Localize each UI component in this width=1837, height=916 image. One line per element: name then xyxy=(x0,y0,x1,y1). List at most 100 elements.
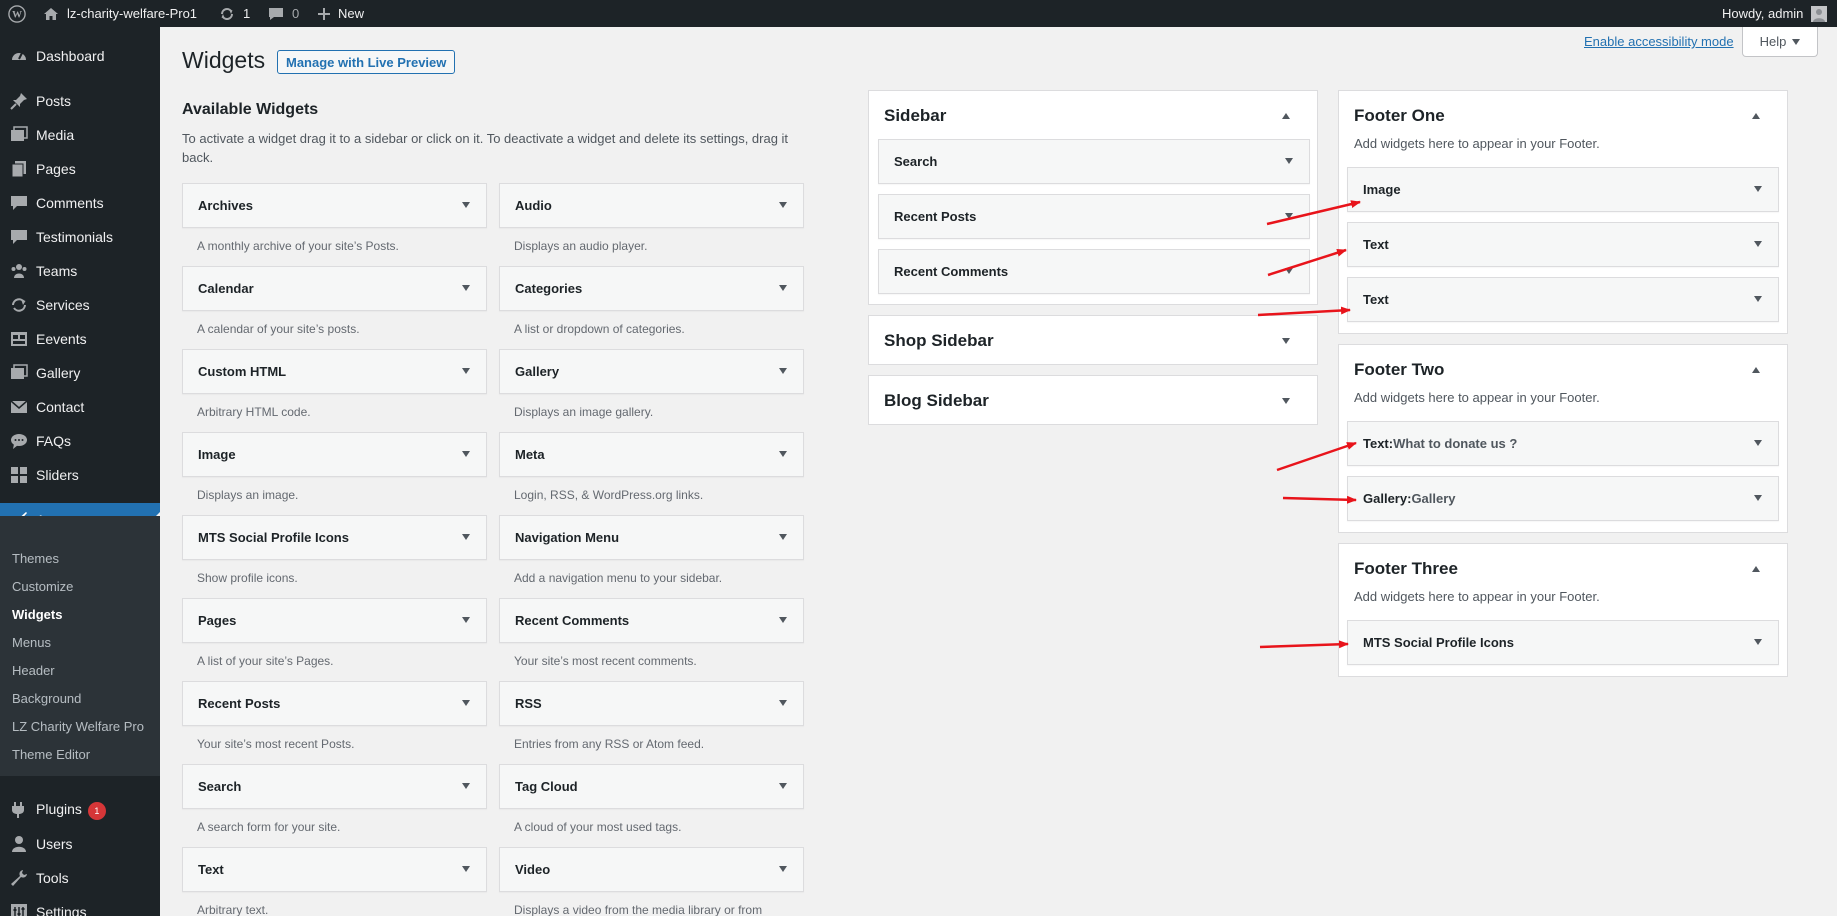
updates-link[interactable]: 1 xyxy=(219,0,250,27)
submenu-lz-charity-welfare-pro[interactable]: LZ Charity Welfare Pro xyxy=(12,719,144,734)
widget-archives[interactable]: Archives xyxy=(182,183,487,228)
menu-item-media[interactable]: Media xyxy=(0,118,160,152)
widget-toggle-icon[interactable] xyxy=(462,783,470,789)
submenu-widgets[interactable]: Widgets xyxy=(12,607,62,622)
widget-audio[interactable]: Audio xyxy=(499,183,804,228)
widget-rss[interactable]: RSS xyxy=(499,681,804,726)
collapse-arrow-icon[interactable] xyxy=(1282,113,1290,119)
widget-recent-posts[interactable]: Recent Posts xyxy=(182,681,487,726)
menu-item-contact[interactable]: Contact xyxy=(0,390,160,424)
footer-three-widget-mts-social-profile-icons[interactable]: MTS Social Profile Icons xyxy=(1347,620,1779,665)
widget-toggle-icon[interactable] xyxy=(779,202,787,208)
submenu-background[interactable]: Background xyxy=(12,691,81,706)
widget-toggle-icon[interactable] xyxy=(779,451,787,457)
widget-tag-cloud[interactable]: Tag Cloud xyxy=(499,764,804,809)
footer-two-widget-text[interactable]: Text: What to donate us ? xyxy=(1347,421,1779,466)
widget-toggle-icon[interactable] xyxy=(462,700,470,706)
widget-toggle-icon[interactable] xyxy=(1754,296,1762,302)
area-title[interactable]: Footer Two xyxy=(1354,360,1444,380)
widget-toggle-icon[interactable] xyxy=(779,783,787,789)
footer-two-widget-gallery[interactable]: Gallery: Gallery xyxy=(1347,476,1779,521)
new-content-link[interactable]: New xyxy=(317,0,364,27)
menu-item-services[interactable]: Services xyxy=(0,288,160,322)
help-button[interactable]: Help xyxy=(1742,27,1818,57)
submenu-customize[interactable]: Customize xyxy=(12,579,73,594)
widget-toggle-icon[interactable] xyxy=(1285,268,1293,274)
footer-one-widget-image[interactable]: Image xyxy=(1347,167,1779,212)
menu-item-teams[interactable]: Teams xyxy=(0,254,160,288)
widget-toggle-icon[interactable] xyxy=(779,617,787,623)
widget-mts-social-profile-icons[interactable]: MTS Social Profile Icons xyxy=(182,515,487,560)
menu-item-pages[interactable]: Pages xyxy=(0,152,160,186)
sidebar-widget-search[interactable]: Search xyxy=(878,139,1310,184)
widget-toggle-icon[interactable] xyxy=(462,866,470,872)
widget-video[interactable]: Video xyxy=(499,847,804,892)
wordpress-logo-icon[interactable]: W xyxy=(8,0,26,27)
widget-gallery[interactable]: Gallery xyxy=(499,349,804,394)
menu-item-plugins[interactable]: Plugins 1 xyxy=(0,793,160,827)
menu-item-eevents[interactable]: Eevents xyxy=(0,322,160,356)
submenu-header[interactable]: Header xyxy=(12,663,55,678)
widget-toggle-icon[interactable] xyxy=(1754,186,1762,192)
menu-item-posts[interactable]: Posts xyxy=(0,84,160,118)
submenu-theme-editor[interactable]: Theme Editor xyxy=(12,747,90,762)
collapse-arrow-icon[interactable] xyxy=(1752,113,1760,119)
widget-toggle-icon[interactable] xyxy=(462,202,470,208)
menu-item-sliders[interactable]: Sliders xyxy=(0,458,160,492)
area-title[interactable]: Footer One xyxy=(1354,106,1445,126)
menu-item-testimonials[interactable]: Testimonials xyxy=(0,220,160,254)
widget-recent-comments[interactable]: Recent Comments xyxy=(499,598,804,643)
menu-item-comments[interactable]: Comments xyxy=(0,186,160,220)
widget-toggle-icon[interactable] xyxy=(462,285,470,291)
collapse-arrow-icon[interactable] xyxy=(1752,566,1760,572)
widget-toggle-icon[interactable] xyxy=(1285,158,1293,164)
widget-meta[interactable]: Meta xyxy=(499,432,804,477)
widget-toggle-icon[interactable] xyxy=(462,617,470,623)
sidebar-widget-recent-comments[interactable]: Recent Comments xyxy=(878,249,1310,294)
widget-pages[interactable]: Pages xyxy=(182,598,487,643)
submenu-menus[interactable]: Menus xyxy=(12,635,51,650)
widget-toggle-icon[interactable] xyxy=(1285,213,1293,219)
site-name-link[interactable]: lz-charity-welfare-Pro1 xyxy=(43,0,197,27)
comments-link[interactable]: 0 xyxy=(268,0,299,27)
shop-sidebar-area[interactable]: Shop Sidebar xyxy=(868,315,1318,365)
expand-arrow-icon[interactable] xyxy=(1282,398,1290,404)
widget-toggle-icon[interactable] xyxy=(779,866,787,872)
blog-sidebar-area[interactable]: Blog Sidebar xyxy=(868,375,1318,425)
menu-item-dashboard[interactable]: Dashboard xyxy=(0,39,160,73)
widget-calendar[interactable]: Calendar xyxy=(182,266,487,311)
menu-item-settings[interactable]: Settings xyxy=(0,895,160,916)
widget-categories[interactable]: Categories xyxy=(499,266,804,311)
widget-search[interactable]: Search xyxy=(182,764,487,809)
widget-toggle-icon[interactable] xyxy=(462,451,470,457)
footer-one-widget-text[interactable]: Text xyxy=(1347,277,1779,322)
widget-toggle-icon[interactable] xyxy=(1754,241,1762,247)
area-title[interactable]: Footer Three xyxy=(1354,559,1458,579)
sidebar-widget-recent-posts[interactable]: Recent Posts xyxy=(878,194,1310,239)
widget-toggle-icon[interactable] xyxy=(462,534,470,540)
area-title[interactable]: Sidebar xyxy=(884,106,946,126)
widget-toggle-icon[interactable] xyxy=(779,700,787,706)
widget-toggle-icon[interactable] xyxy=(779,285,787,291)
widget-toggle-icon[interactable] xyxy=(779,368,787,374)
footer-one-widget-text[interactable]: Text xyxy=(1347,222,1779,267)
widget-navigation-menu[interactable]: Navigation Menu xyxy=(499,515,804,560)
widget-text[interactable]: Text xyxy=(182,847,487,892)
widget-toggle-icon[interactable] xyxy=(462,368,470,374)
widget-toggle-icon[interactable] xyxy=(779,534,787,540)
widget-custom-html[interactable]: Custom HTML xyxy=(182,349,487,394)
manage-live-preview-button[interactable]: Manage with Live Preview xyxy=(277,50,456,74)
widget-toggle-icon[interactable] xyxy=(1754,495,1762,501)
accessibility-mode-link[interactable]: Enable accessibility mode xyxy=(1584,34,1734,49)
menu-item-gallery[interactable]: Gallery xyxy=(0,356,160,390)
widget-image[interactable]: Image xyxy=(182,432,487,477)
menu-item-tools[interactable]: Tools xyxy=(0,861,160,895)
menu-item-users[interactable]: Users xyxy=(0,827,160,861)
submenu-themes[interactable]: Themes xyxy=(12,551,59,566)
widget-toggle-icon[interactable] xyxy=(1754,440,1762,446)
expand-arrow-icon[interactable] xyxy=(1282,338,1290,344)
menu-item-faqs[interactable]: FAQs xyxy=(0,424,160,458)
account-menu[interactable]: Howdy, admin xyxy=(1722,0,1828,27)
widget-toggle-icon[interactable] xyxy=(1754,639,1762,645)
collapse-arrow-icon[interactable] xyxy=(1752,367,1760,373)
